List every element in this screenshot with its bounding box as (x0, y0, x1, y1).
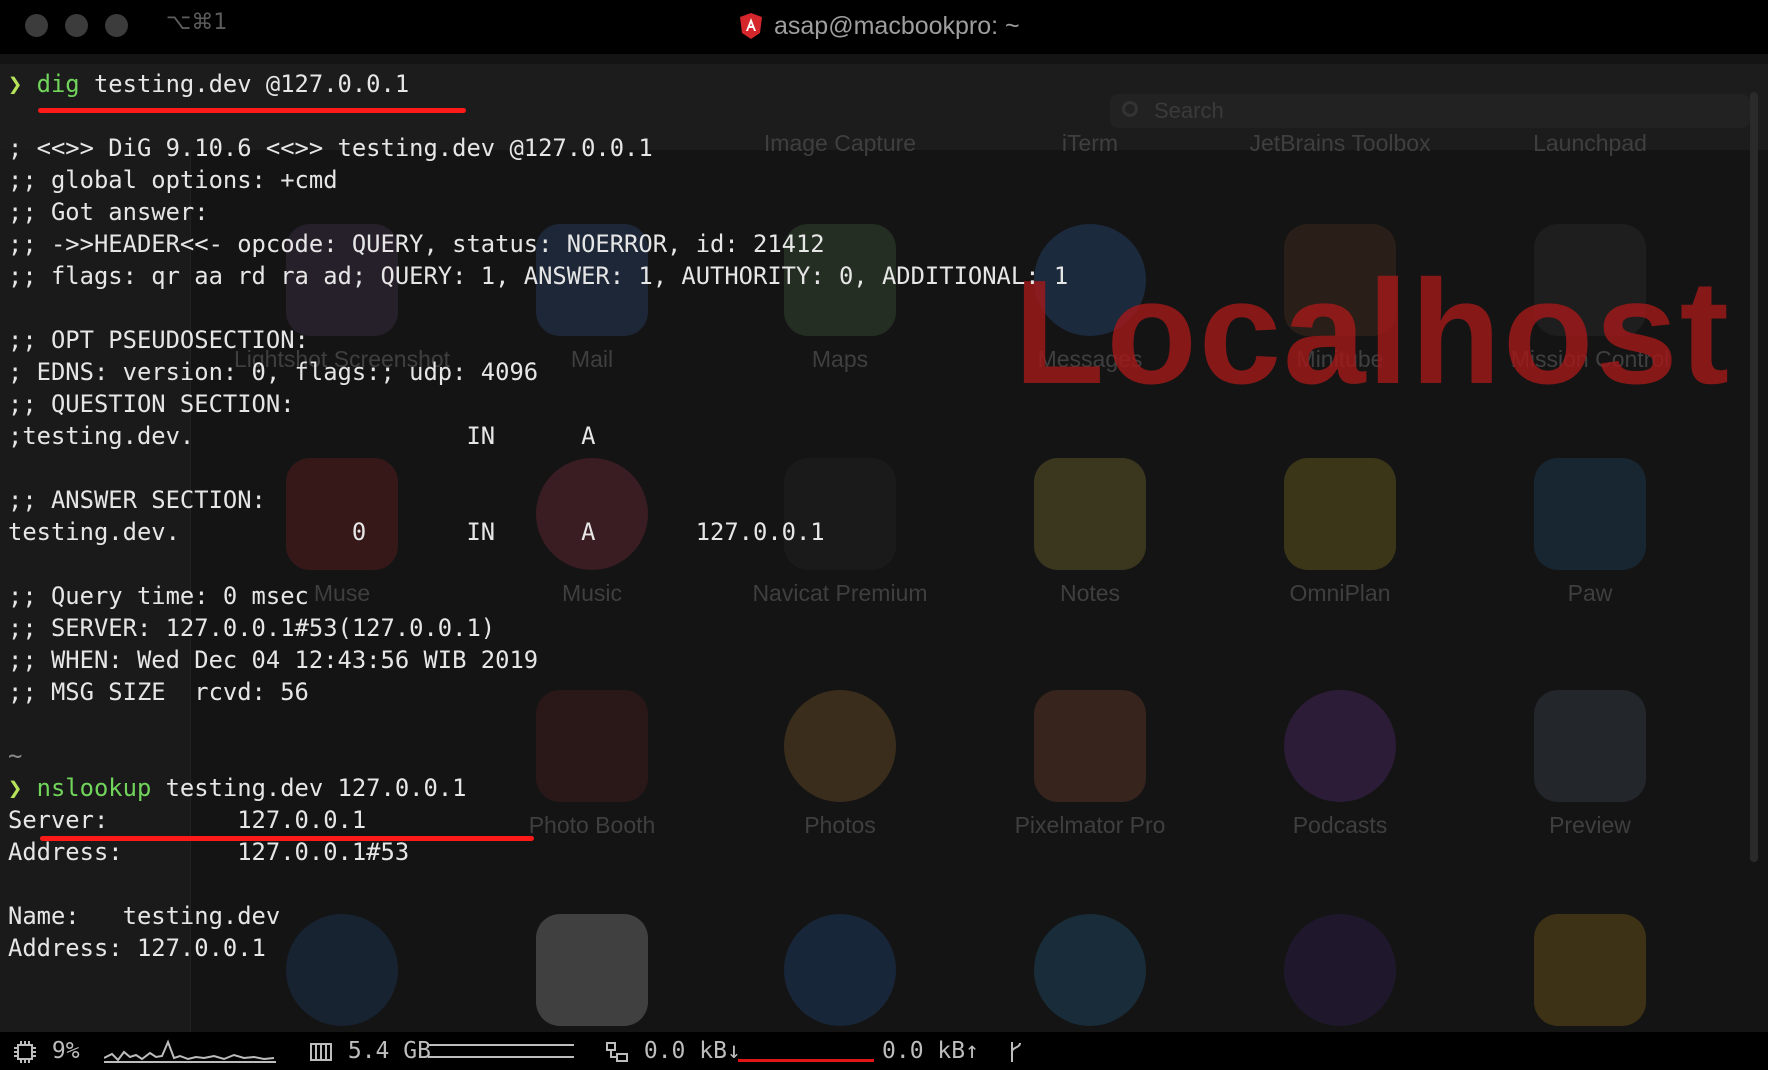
status-bar: 9% 5.4 GB 0.0 kB↓ 0.0 kB↑ (0, 1032, 1768, 1070)
output-line: testing.dev. 0 IN A 127.0.0.1 (8, 518, 825, 546)
zoom-button[interactable] (105, 14, 128, 37)
output-line: ;; WHEN: Wed Dec 04 12:43:56 WIB 2019 (8, 646, 539, 674)
command-args: testing.dev @127.0.0.1 (79, 70, 410, 98)
output-line: ;; OPT PSEUDOSECTION: (8, 326, 309, 354)
dig-underline (38, 108, 466, 113)
command-name: nslookup (36, 774, 152, 802)
cpu-icon (14, 1040, 36, 1063)
output-line: ;; flags: qr aa rd ra ad; QUERY: 1, ANSW… (8, 262, 1069, 290)
output-line: Address: 127.0.0.1 (8, 934, 266, 962)
network-icon (606, 1041, 628, 1062)
memory-icon (310, 1042, 332, 1061)
output-line: ;; Got answer: (8, 198, 209, 226)
terminal-output[interactable]: ❯ dig testing.dev @127.0.0.1 ; <<>> DiG … (8, 68, 1748, 964)
tab-shortcut: ⌥⌘1 (166, 10, 228, 35)
scrollbar[interactable] (1750, 92, 1758, 862)
output-line: Name: testing.dev (8, 902, 281, 930)
memory-status: 5.4 GB (308, 1032, 431, 1070)
output-line: Server: 127.0.0.1 (8, 806, 367, 834)
network-up-value: 0.0 kB↑ (882, 1038, 979, 1064)
window-title-group: asap@macbookpro: ~ (740, 10, 1020, 42)
output-line: ; <<>> DiG 9.10.6 <<>> testing.dev @127.… (8, 134, 653, 162)
angular-icon (740, 13, 762, 39)
cpu-status: 9% (12, 1032, 80, 1070)
output-line: ;testing.dev. IN A (8, 422, 596, 450)
output-line: ;; Query time: 0 msec (8, 582, 309, 610)
command-name: dig (36, 70, 80, 98)
network-down-value: 0.0 kB↓ (643, 1038, 741, 1064)
command-line-nslookup: ❯ nslookup testing.dev 127.0.0.1 (8, 772, 1748, 804)
cpu-value: 9% (51, 1038, 80, 1064)
output-line: ;; QUESTION SECTION: (8, 390, 295, 418)
window-title: asap@macbookpro: ~ (774, 11, 1020, 40)
minimize-button[interactable] (65, 14, 88, 37)
network-up-status: 0.0 kB↑ (882, 1032, 979, 1070)
network-down-status: 0.0 kB↓ (604, 1032, 741, 1070)
prompt-arrow: ❯ (8, 70, 23, 98)
command-args: testing.dev 127.0.0.1 (151, 774, 467, 802)
memory-value: 5.4 GB (347, 1038, 431, 1064)
output-line: ;; SERVER: 127.0.0.1#53(127.0.0.1) (8, 614, 496, 642)
output-line: ;; global options: +cmd (8, 166, 338, 194)
output-line: ; EDNS: version: 0, flags:; udp: 4096 (8, 358, 539, 386)
output-line: ;; ->>HEADER<<- opcode: QUERY, status: N… (8, 230, 825, 258)
nslookup-underline (40, 836, 534, 841)
memory-bar (428, 1044, 574, 1058)
title-bar: ⌥⌘1 asap@macbookpro: ~ (0, 0, 1768, 54)
network-graph (738, 1059, 874, 1062)
output-line: ;; ANSWER SECTION: (8, 486, 266, 514)
git-branch-icon (1011, 1042, 1021, 1062)
cwd-tilde: ~ (8, 742, 23, 770)
prompt-arrow: ❯ (8, 774, 23, 802)
output-line: ;; MSG SIZE rcvd: 56 (8, 678, 309, 706)
close-button[interactable] (25, 14, 48, 37)
cpu-sparkline (104, 1039, 276, 1063)
command-line-dig: ❯ dig testing.dev @127.0.0.1 (8, 68, 1748, 100)
